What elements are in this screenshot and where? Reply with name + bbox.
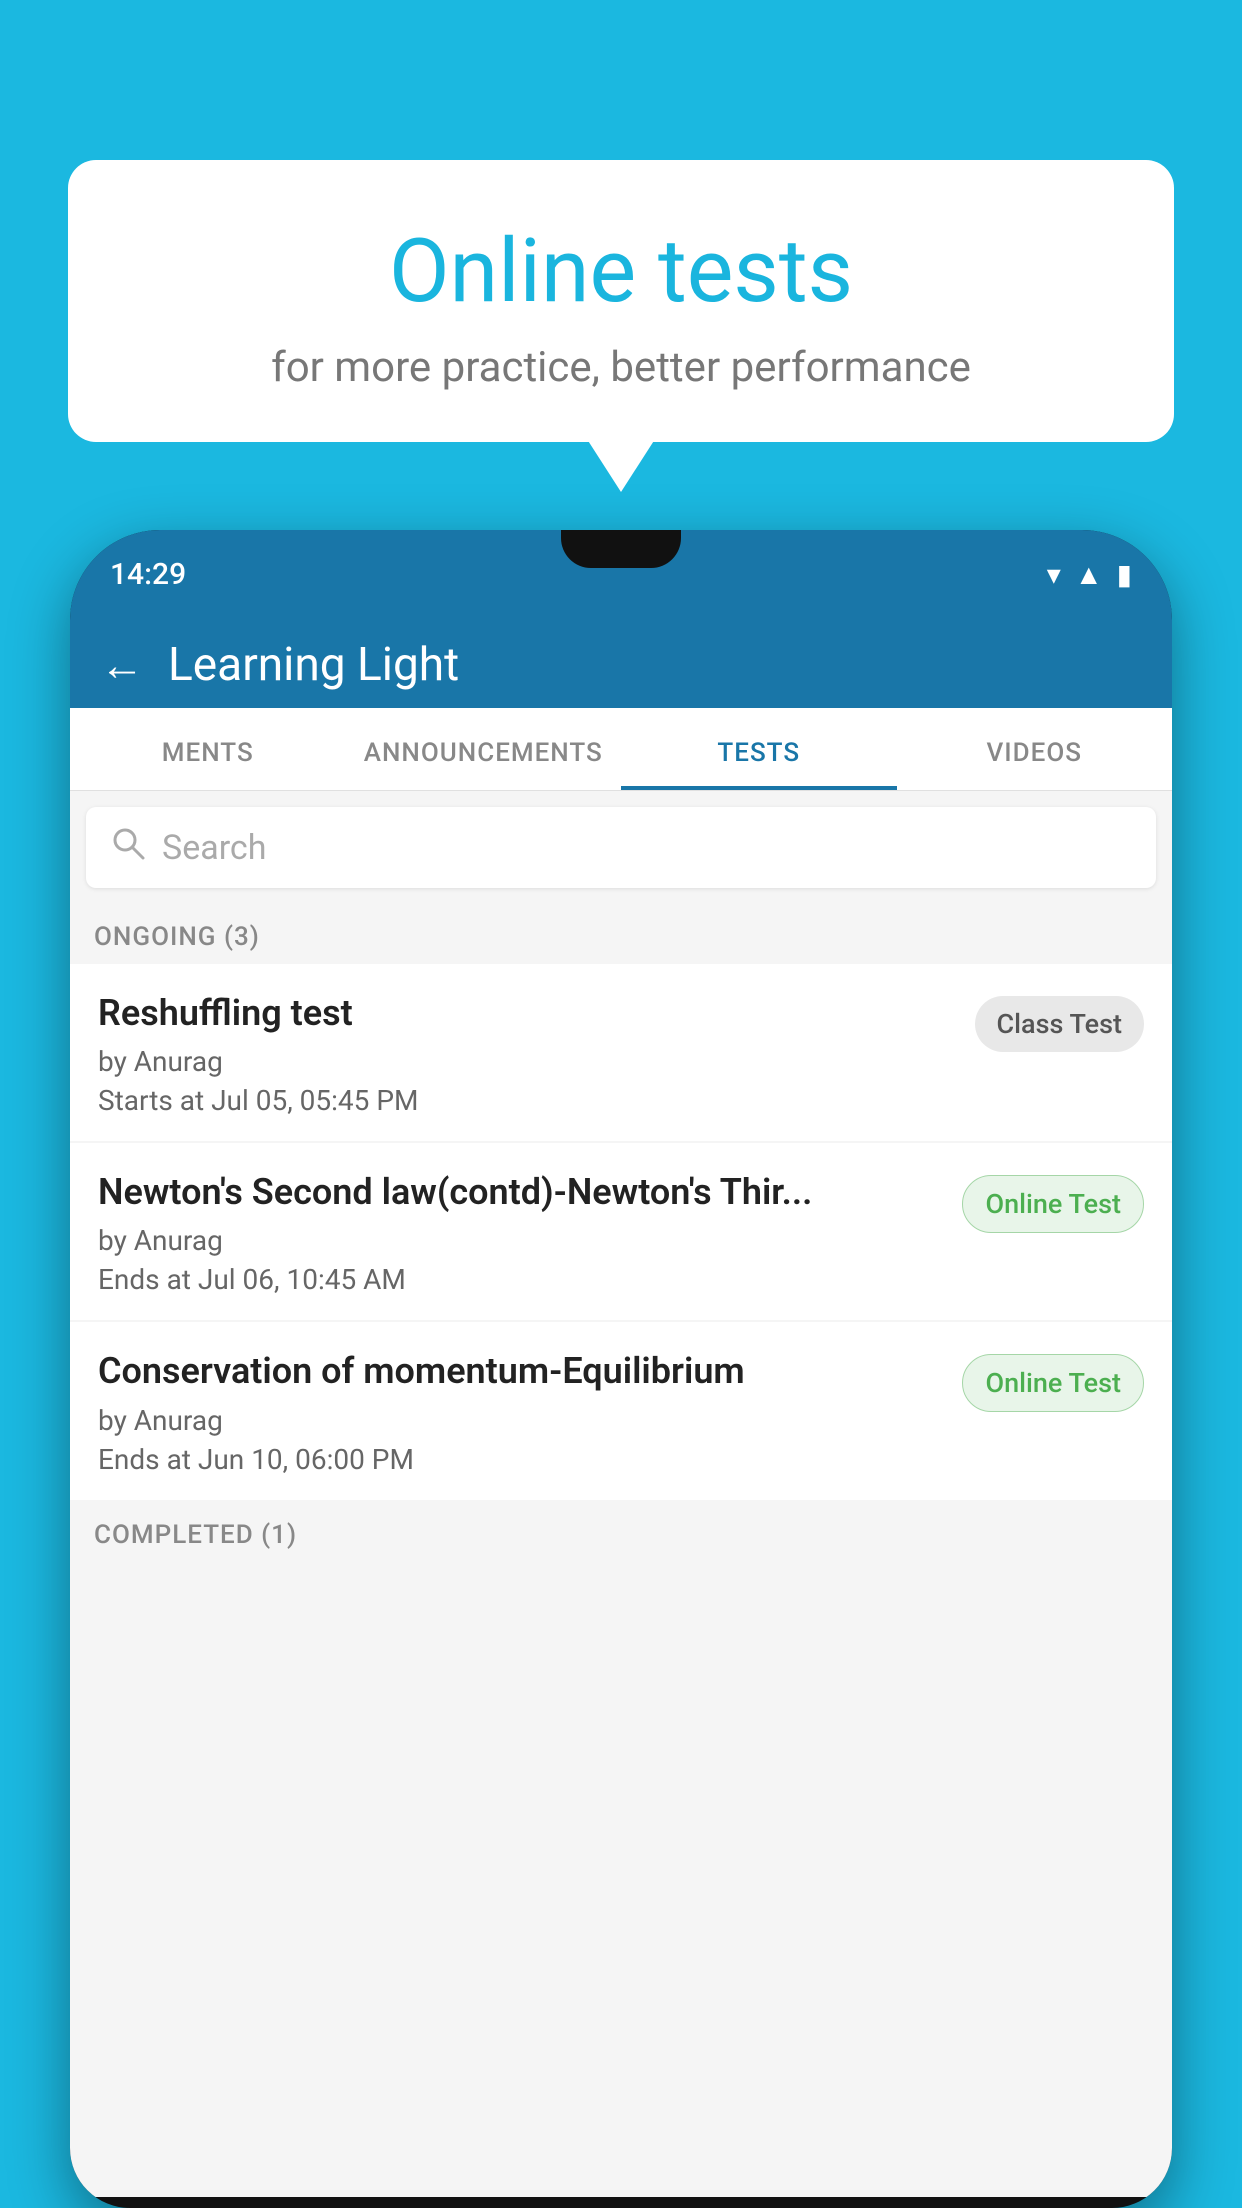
test-badge-online-2: Online Test xyxy=(962,1175,1144,1233)
test-date-3: Ends at Jun 10, 06:00 PM xyxy=(98,1443,942,1476)
test-author-3: by Anurag xyxy=(98,1404,942,1437)
search-icon xyxy=(110,825,146,870)
battery-icon: ▮ xyxy=(1117,558,1132,591)
test-item-conservation[interactable]: Conservation of momentum-Equilibrium by … xyxy=(70,1322,1172,1499)
test-item-reshuffling[interactable]: Reshuffling test by Anurag Starts at Jul… xyxy=(70,964,1172,1141)
test-info-1: Reshuffling test by Anurag Starts at Jul… xyxy=(98,992,975,1117)
completed-section-header: COMPLETED (1) xyxy=(70,1502,1172,1562)
tab-videos[interactable]: VIDEOS xyxy=(897,708,1173,790)
speech-bubble: Online tests for more practice, better p… xyxy=(68,160,1174,442)
search-bar[interactable]: Search xyxy=(86,807,1156,888)
app-header: ← Learning Light xyxy=(70,618,1172,708)
test-name-3: Conservation of momentum-Equilibrium xyxy=(98,1350,942,1393)
test-name-2: Newton's Second law(contd)-Newton's Thir… xyxy=(98,1171,942,1214)
status-icons: ▾ ▲ ▮ xyxy=(1047,558,1132,591)
speech-bubble-subtitle: for more practice, better performance xyxy=(118,343,1124,392)
app-title: Learning Light xyxy=(168,638,459,692)
status-bar: 14:29 ▾ ▲ ▮ xyxy=(70,530,1172,618)
clock: 14:29 xyxy=(110,557,186,592)
tab-announcements[interactable]: ANNOUNCEMENTS xyxy=(346,708,622,790)
signal-icon: ▲ xyxy=(1075,558,1103,591)
tabs-bar: MENTS ANNOUNCEMENTS TESTS VIDEOS xyxy=(70,708,1172,791)
wifi-icon: ▾ xyxy=(1047,558,1061,591)
back-button[interactable]: ← xyxy=(100,639,144,691)
test-author-2: by Anurag xyxy=(98,1224,942,1257)
test-info-2: Newton's Second law(contd)-Newton's Thir… xyxy=(98,1171,962,1296)
ongoing-section-header: ONGOING (3) xyxy=(70,904,1172,964)
test-item-newtons[interactable]: Newton's Second law(contd)-Newton's Thir… xyxy=(70,1143,1172,1320)
test-date-1: Starts at Jul 05, 05:45 PM xyxy=(98,1084,955,1117)
test-author-1: by Anurag xyxy=(98,1045,955,1078)
test-badge-class-1: Class Test xyxy=(975,996,1145,1052)
search-placeholder: Search xyxy=(162,828,266,868)
notch xyxy=(561,530,681,568)
speech-bubble-title: Online tests xyxy=(118,220,1124,323)
tab-tests[interactable]: TESTS xyxy=(621,708,897,790)
test-date-2: Ends at Jul 06, 10:45 AM xyxy=(98,1263,942,1296)
test-info-3: Conservation of momentum-Equilibrium by … xyxy=(98,1350,962,1475)
test-badge-online-3: Online Test xyxy=(962,1354,1144,1412)
content-area: Search ONGOING (3) Reshuffling test by A… xyxy=(70,791,1172,2197)
tab-ments[interactable]: MENTS xyxy=(70,708,346,790)
test-name-1: Reshuffling test xyxy=(98,992,955,1035)
phone-frame: 14:29 ▾ ▲ ▮ ← Learning Light MENTS ANNOU… xyxy=(70,530,1172,2208)
